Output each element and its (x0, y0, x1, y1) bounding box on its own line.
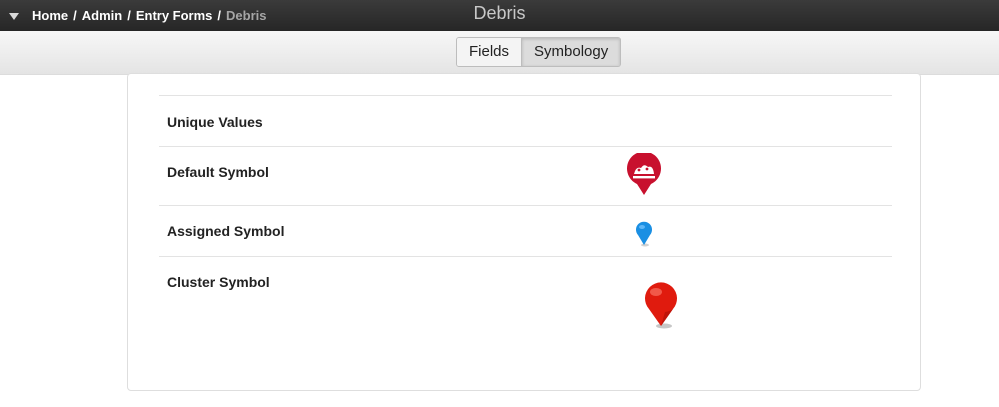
cluster-symbol-row: Cluster Symbol (159, 256, 892, 357)
blue-pin-icon[interactable] (634, 221, 654, 247)
breadcrumb-entry-forms[interactable]: Entry Forms (136, 8, 213, 23)
cluster-symbol-label: Cluster Symbol (167, 274, 270, 290)
assigned-symbol-row: Assigned Symbol (159, 205, 892, 256)
red-pin-icon[interactable] (641, 282, 681, 330)
symbology-panel: Unique Values Default Symbol Assigned Sy… (127, 73, 921, 391)
tab-group: Fields Symbology (456, 37, 622, 67)
breadcrumb-separator: / (217, 8, 222, 23)
breadcrumb-separator: / (73, 8, 77, 23)
default-symbol-row: Default Symbol (159, 146, 892, 205)
breadcrumb-home[interactable]: Home (32, 8, 68, 23)
tab-bar: Fields Symbology (0, 31, 999, 75)
tab-fields[interactable]: Fields (457, 38, 522, 66)
chevron-down-icon[interactable] (9, 13, 19, 20)
tab-symbology[interactable]: Symbology (521, 38, 621, 66)
breadcrumb: Home / Admin / Entry Forms / Debris (32, 8, 267, 23)
breadcrumb-current: Debris (226, 8, 267, 23)
top-navigation-bar: Home / Admin / Entry Forms / Debris Debris (0, 0, 999, 31)
unique-values-label: Unique Values (167, 114, 263, 130)
breadcrumb-admin[interactable]: Admin (82, 8, 122, 23)
unique-values-row: Unique Values (159, 95, 892, 146)
debris-marker-icon[interactable] (626, 153, 662, 197)
breadcrumb-separator: / (127, 8, 131, 23)
assigned-symbol-label: Assigned Symbol (167, 223, 285, 239)
default-symbol-label: Default Symbol (167, 164, 269, 180)
